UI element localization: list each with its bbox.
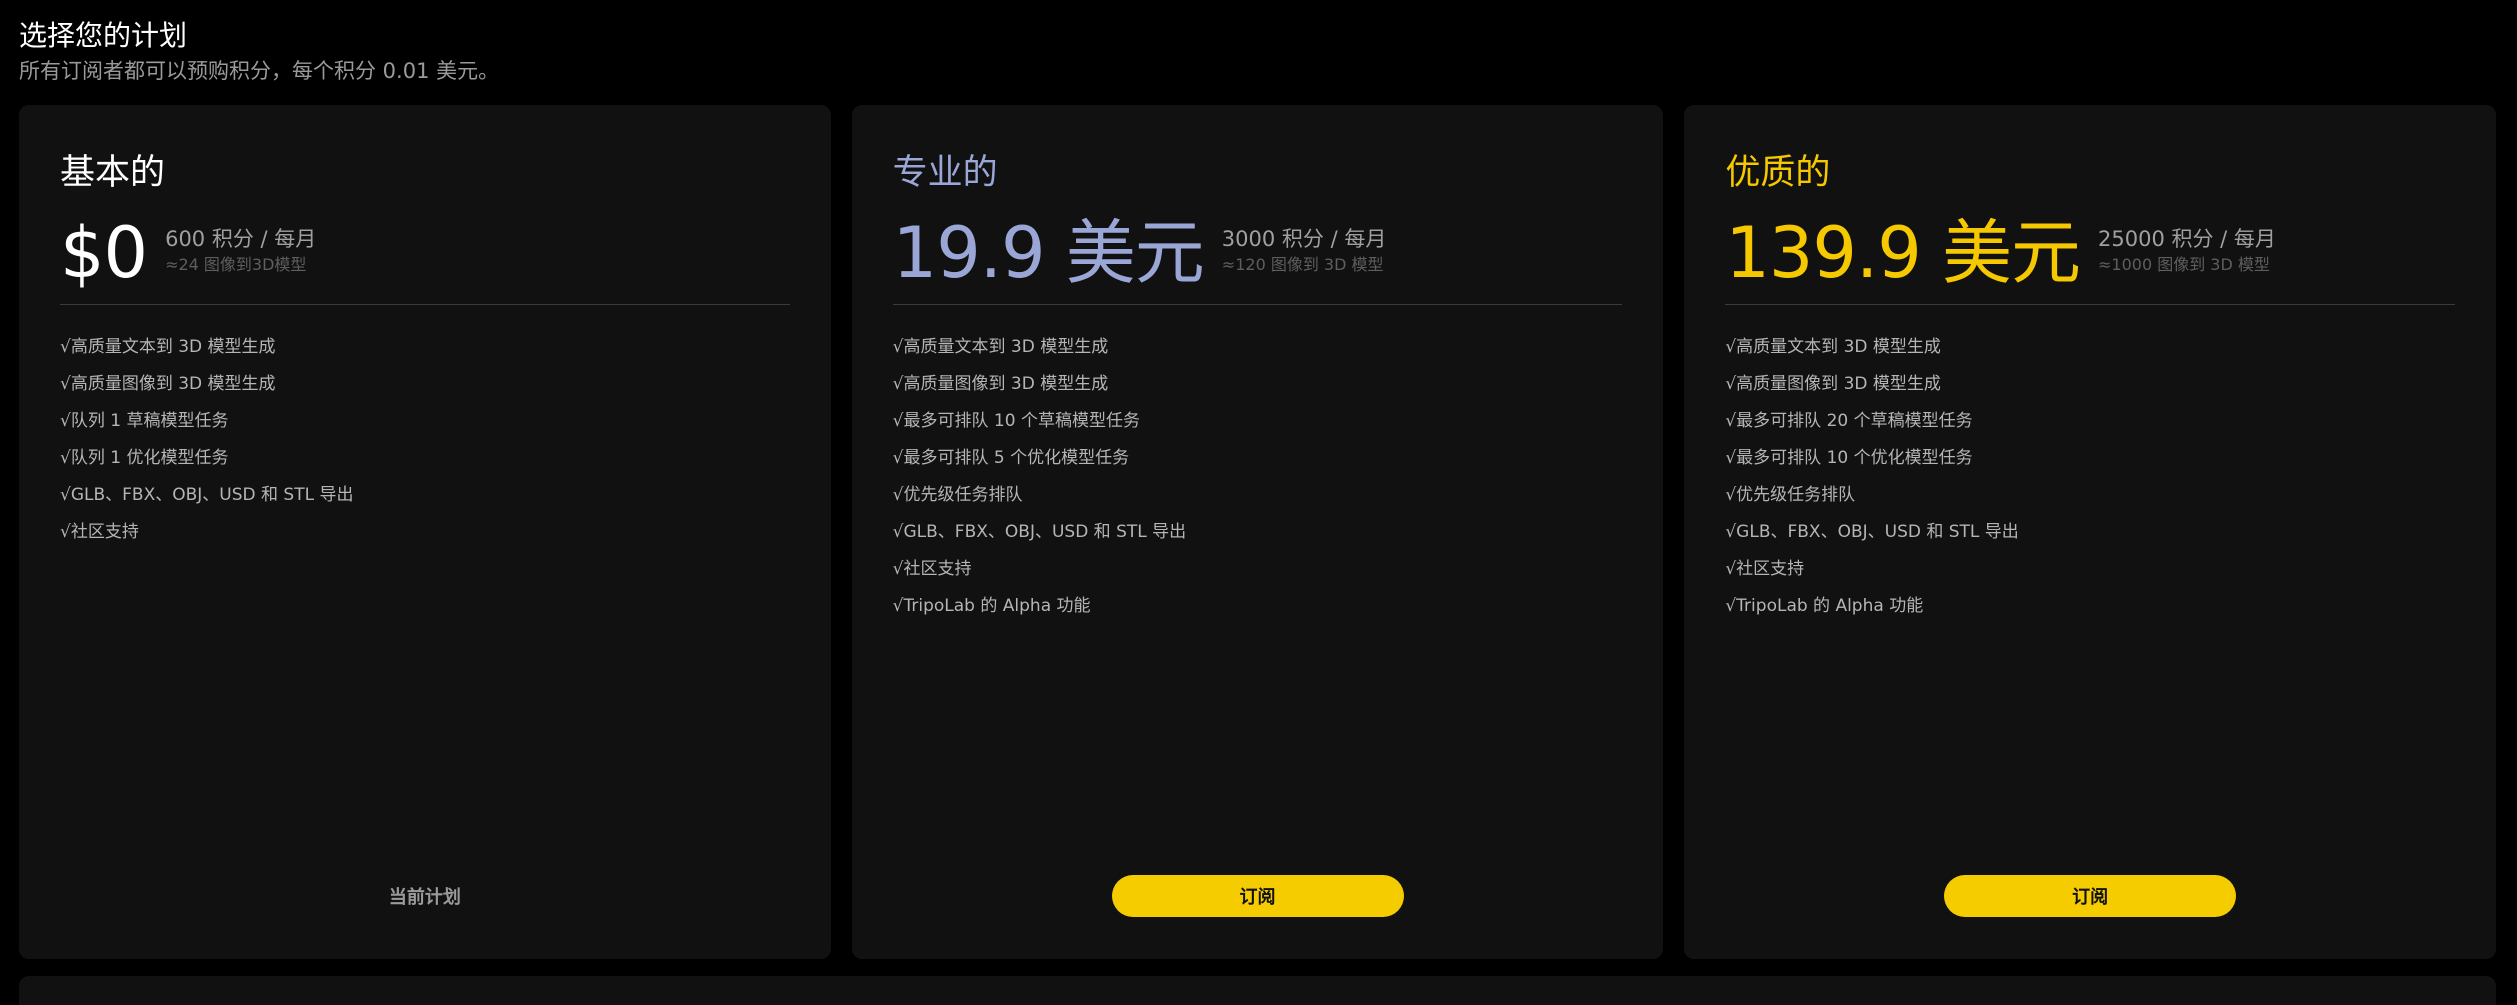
plan-card-premium: 优质的 139.9 美元 25000 积分 / 每月 ≈1000 图像到 3D … — [1684, 105, 2497, 959]
pricing-page: 选择您的计划 所有订阅者都可以预购积分，每个积分 0.01 美元。 基本的 $0… — [0, 0, 2517, 1005]
plan-name: 优质的 — [1725, 153, 1831, 193]
divider — [892, 304, 1623, 305]
plan-credits: 25000 积分 / 每月 — [2098, 227, 2276, 251]
feature-item: √高质量文本到 3D 模型生成 — [60, 337, 276, 357]
feature-list: √高质量文本到 3D 模型生成 √高质量图像到 3D 模型生成 √队列 1 草稿… — [60, 329, 790, 551]
plan-action: 订阅 — [893, 875, 1623, 917]
current-plan-label: 当前计划 — [388, 887, 461, 908]
price-row: $0 600 积分 / 每月 ≈24 图像到3D模型 — [60, 213, 316, 293]
feature-item: √最多可排队 10 个草稿模型任务 — [892, 411, 1140, 431]
plan-action: 当前计划 — [60, 875, 790, 917]
divider — [60, 304, 790, 305]
plan-price: $0 — [60, 212, 148, 294]
subscribe-button-premium[interactable]: 订阅 — [1944, 875, 2237, 917]
feature-item: √社区支持 — [892, 559, 972, 579]
page-subtitle: 所有订阅者都可以预购积分，每个积分 0.01 美元。 — [19, 59, 500, 83]
divider — [1725, 304, 2456, 305]
subscribe-button-pro[interactable]: 订阅 — [1111, 875, 1404, 917]
feature-item: √队列 1 优化模型任务 — [60, 448, 229, 468]
plan-approx: ≈24 图像到3D模型 — [165, 255, 307, 274]
plan-credits: 600 积分 / 每月 — [165, 227, 317, 251]
plan-name: 基本的 — [60, 153, 166, 193]
feature-item: √最多可排队 5 个优化模型任务 — [892, 448, 1130, 468]
feature-list: √高质量文本到 3D 模型生成 √高质量图像到 3D 模型生成 √最多可排队 2… — [1725, 329, 2455, 625]
feature-item: √GLB、FBX、OBJ、USD 和 STL 导出 — [1725, 522, 2019, 542]
feature-item: √最多可排队 20 个草稿模型任务 — [1725, 411, 1973, 431]
feature-item: √社区支持 — [1725, 559, 1805, 579]
plan-price: 19.9 美元 — [892, 212, 1205, 294]
feature-item: √GLB、FBX、OBJ、USD 和 STL 导出 — [60, 485, 354, 505]
plan-approx: ≈120 图像到 3D 模型 — [1221, 255, 1384, 274]
feature-item: √高质量图像到 3D 模型生成 — [892, 374, 1109, 394]
price-row: 19.9 美元 3000 积分 / 每月 ≈120 图像到 3D 模型 — [893, 213, 1387, 293]
plan-price: 139.9 美元 — [1725, 212, 2081, 294]
plan-cards: 基本的 $0 600 积分 / 每月 ≈24 图像到3D模型 √高质量文本到 3… — [19, 105, 2497, 959]
feature-item: √TripoLab 的 Alpha 功能 — [1725, 596, 1924, 616]
feature-item: √优先级任务排队 — [1725, 485, 1856, 505]
price-meta: 600 积分 / 每月 ≈24 图像到3D模型 — [165, 225, 316, 277]
plan-credits: 3000 积分 / 每月 — [1221, 227, 1387, 251]
price-meta: 3000 积分 / 每月 ≈120 图像到 3D 模型 — [1222, 225, 1387, 277]
feature-item: √高质量图像到 3D 模型生成 — [1725, 374, 1941, 394]
page-header: 选择您的计划 所有订阅者都可以预购积分，每个积分 0.01 美元。 — [19, 18, 499, 86]
feature-item: √高质量文本到 3D 模型生成 — [892, 337, 1109, 357]
plan-name: 专业的 — [892, 153, 998, 193]
feature-item: √GLB、FBX、OBJ、USD 和 STL 导出 — [892, 522, 1187, 542]
plan-approx: ≈1000 图像到 3D 模型 — [2098, 255, 2270, 274]
feature-item: √高质量图像到 3D 模型生成 — [60, 374, 276, 394]
feature-item: √高质量文本到 3D 模型生成 — [1725, 337, 1941, 357]
bottom-panel — [19, 976, 2496, 1005]
feature-item: √最多可排队 10 个优化模型任务 — [1725, 448, 1973, 468]
feature-item: √优先级任务排队 — [892, 485, 1023, 505]
feature-item: √社区支持 — [60, 522, 139, 542]
plan-card-basic: 基本的 $0 600 积分 / 每月 ≈24 图像到3D模型 √高质量文本到 3… — [19, 105, 831, 959]
plan-action: 订阅 — [1725, 875, 2455, 917]
feature-list: √高质量文本到 3D 模型生成 √高质量图像到 3D 模型生成 √最多可排队 1… — [893, 329, 1623, 625]
plan-card-pro: 专业的 19.9 美元 3000 积分 / 每月 ≈120 图像到 3D 模型 … — [851, 105, 1664, 959]
page-title: 选择您的计划 — [19, 19, 188, 52]
price-meta: 25000 积分 / 每月 ≈1000 图像到 3D 模型 — [2098, 225, 2276, 277]
feature-item: √TripoLab 的 Alpha 功能 — [892, 596, 1091, 616]
price-row: 139.9 美元 25000 积分 / 每月 ≈1000 图像到 3D 模型 — [1725, 213, 2276, 293]
feature-item: √队列 1 草稿模型任务 — [60, 411, 229, 431]
